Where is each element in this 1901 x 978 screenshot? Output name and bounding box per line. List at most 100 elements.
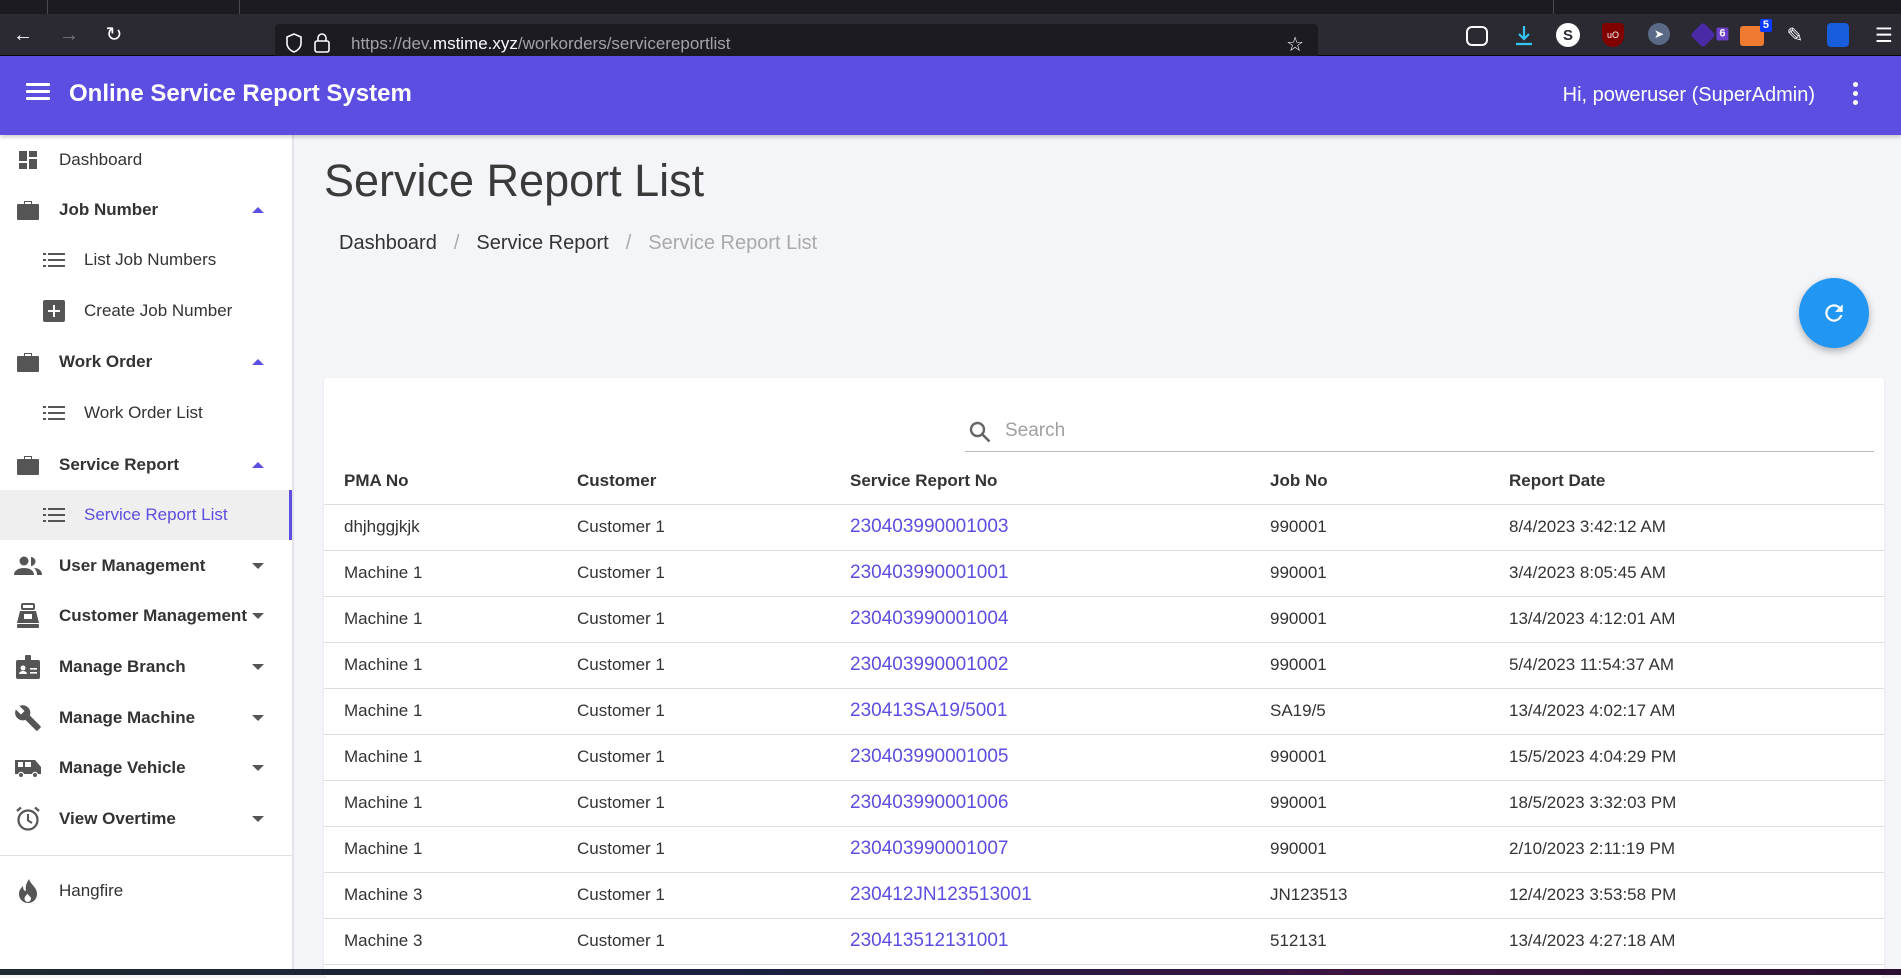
table-row[interactable]: Machine 1 Customer 1 230403990001002 990001… [324,642,1884,689]
more-vert-icon[interactable] [1851,82,1859,108]
layers-extension-icon[interactable]: 6 [1690,22,1729,48]
table-row[interactable]: Machine 1 Customer 1 230403990001001 990001… [324,550,1884,597]
cell-service-report-no: 230403990001001 [850,550,1270,597]
chevron-down-icon[interactable] [252,765,264,771]
sidebar-item-label: User Management [59,556,206,575]
sidebar-item-work-order[interactable]: Work Order [0,337,292,387]
bitwarden-icon[interactable] [1827,23,1849,47]
sidebar-item-service-report[interactable]: Service Report [0,440,292,490]
service-report-link[interactable]: 230412JN123513001 [850,884,1032,905]
sidebar-item-manage-machine[interactable]: Manage Machine [0,693,292,743]
ublock-origin-icon[interactable]: uO [1602,23,1624,47]
service-report-link[interactable]: 230413512131001 [850,930,1009,951]
cell-pma-no: Machine 1 [324,688,577,735]
url-text[interactable]: https://dev.mstime.xyz/workorders/servic… [351,34,730,54]
cursor-extension-icon[interactable]: ➤ [1648,23,1670,45]
url-domain: mstime.xyz [432,34,518,53]
breadcrumb-service-report[interactable]: Service Report [476,232,608,255]
service-report-link[interactable]: 230403990001001 [850,562,1009,583]
cell-report-date: 5/4/2023 11:54:37 AM [1509,642,1884,689]
chevron-down-icon[interactable] [252,816,264,822]
cell-job-no: 990001 [1270,642,1509,689]
sidebar-item-service-report-list[interactable]: Service Report List [0,490,292,540]
chevron-up-icon[interactable] [252,359,264,365]
cell-customer: Customer 1 [577,734,850,781]
sidebar-divider [0,855,292,856]
column-header-job-no[interactable]: Job No [1270,459,1509,505]
table-row[interactable]: Machine 3 Customer 1 230412JN123513001 JN12… [324,872,1884,919]
service-report-link[interactable]: 230403990001006 [850,792,1009,813]
breadcrumb-dashboard[interactable]: Dashboard [339,232,437,255]
cell-report-date: 3/4/2023 8:05:45 AM [1509,550,1884,597]
sidebar-item-label: Service Report [59,455,179,474]
s-extension-icon[interactable]: S [1556,23,1580,47]
column-header-service-report-no[interactable]: Service Report No [850,459,1270,505]
column-header-report-date[interactable]: Report Date [1509,459,1884,505]
hamburger-menu-icon[interactable] [26,83,50,101]
table-row[interactable]: Machine 1 Customer 1 230403990001004 990001… [324,596,1884,643]
sidebar-item-create-job-number[interactable]: Create Job Number [0,286,292,336]
service-report-link[interactable]: 230403990001003 [850,516,1009,537]
sidebar-item-job-number[interactable]: Job Number [0,185,292,235]
browser-menu-icon[interactable]: ☰ [1871,23,1897,49]
cell-report-date: 15/5/2023 4:04:29 PM [1509,734,1884,781]
cell-service-report-no: 230403990001002 [850,642,1270,689]
bookmark-star-icon[interactable]: ☆ [1286,32,1304,57]
extensions-puzzle-icon[interactable]: ✎ [1782,23,1808,49]
breadcrumb-separator: / [453,232,460,254]
cell-pma-no: Machine 1 [324,780,577,827]
browser-toolbar: ← → ↻ https://dev.mstime.xyz/workorders/… [0,14,1901,64]
cell-pma-no: Machine 1 [324,642,577,689]
column-header-customer[interactable]: Customer [577,459,850,505]
cell-job-no: 990001 [1270,780,1509,827]
sidebar-item-dashboard[interactable]: Dashboard [0,135,292,185]
search-input[interactable] [1005,416,1865,446]
column-header-pma-no[interactable]: PMA No [324,459,577,505]
table-row[interactable]: Machine 1 Customer 1 230413SA19/5001 SA19/5… [324,688,1884,735]
sidebar-item-user-management[interactable]: User Management [0,541,292,591]
service-report-link[interactable]: 230403990001002 [850,654,1009,675]
monitor-extension-icon[interactable]: 5 [1740,19,1772,46]
breadcrumb-separator: / [625,232,632,254]
chevron-down-icon[interactable] [252,715,264,721]
table-row[interactable]: Machine 1 Customer 1 230403990001006 990001… [324,780,1884,827]
service-report-link[interactable]: 230403990001005 [850,746,1009,767]
cell-customer: Customer 1 [577,550,850,597]
sidebar-item-work-order-list[interactable]: Work Order List [0,388,292,438]
download-icon[interactable] [1511,23,1537,49]
search-field[interactable] [965,412,1874,452]
sidebar-item-list-job-numbers[interactable]: List Job Numbers [0,235,292,285]
reload-button[interactable]: ↻ [100,21,128,49]
chevron-up-icon[interactable] [252,462,264,468]
user-greeting[interactable]: Hi, poweruser (SuperAdmin) [1563,84,1815,107]
tab-separator [1553,0,1554,14]
cell-customer: Customer 1 [577,688,850,735]
sidebar-item-label: Dashboard [59,150,143,169]
table-row[interactable]: dhjhggjkjk Customer 1 230403990001003 99000… [324,504,1884,551]
pocket-icon[interactable] [1466,26,1488,46]
back-button[interactable]: ← [9,21,37,49]
sidebar-item-manage-vehicle[interactable]: Manage Vehicle [0,743,292,793]
shield-icon[interactable] [285,33,303,53]
chevron-down-icon[interactable] [252,563,264,569]
sidebar-item-manage-branch[interactable]: Manage Branch [0,642,292,692]
forward-button[interactable]: → [55,21,83,49]
chevron-down-icon[interactable] [252,613,264,619]
sidebar-item-customer-management[interactable]: Customer Management [0,591,292,641]
sidebar-item-hangfire[interactable]: Hangfire [0,866,292,916]
table-row[interactable]: Machine 3 Customer 1 230413512131001 512131… [324,918,1884,965]
chevron-up-icon[interactable] [252,207,264,213]
refresh-button[interactable] [1799,278,1869,348]
service-report-link[interactable]: 230403990001004 [850,608,1009,629]
table-row[interactable]: Machine 1 Customer 1 230403990001005 990001… [324,734,1884,781]
chevron-down-icon[interactable] [252,664,264,670]
dashboard-icon [14,146,42,174]
service-report-link[interactable]: 230403990001007 [850,838,1009,859]
cell-report-date: 18/5/2023 3:32:03 PM [1509,780,1884,827]
sidebar-item-label: List Job Numbers [84,250,217,269]
lock-icon[interactable] [313,32,331,54]
service-report-link[interactable]: 230413SA19/5001 [850,700,1007,721]
table-row[interactable]: Machine 1 Customer 1 230403990001007 990001… [324,826,1884,873]
sidebar-item-view-overtime[interactable]: View Overtime [0,794,292,844]
sidebar-item-label: Job Number [59,200,159,219]
